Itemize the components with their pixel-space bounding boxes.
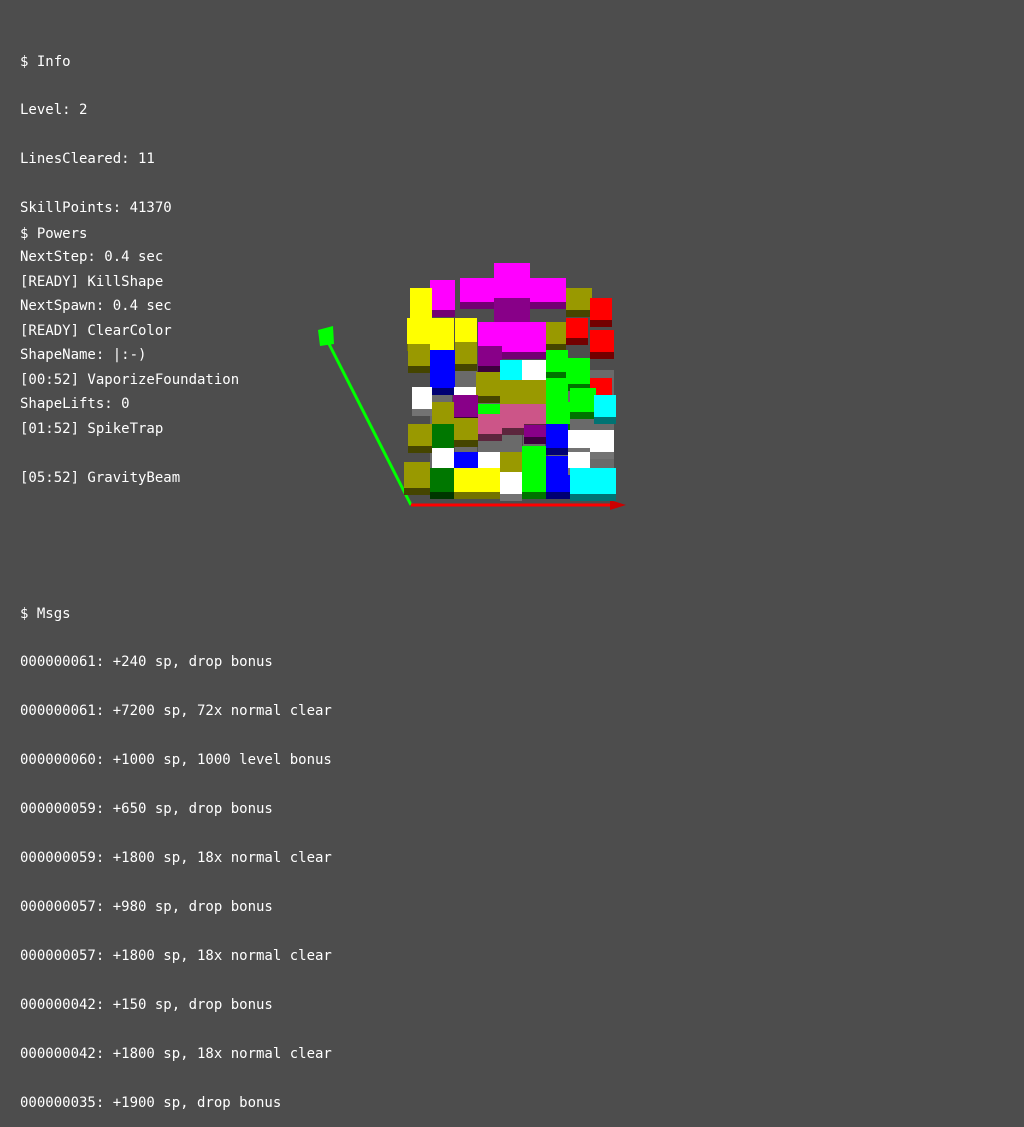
info-level: Level: 2 <box>20 102 88 119</box>
messages-panel: $ Msgs 000000061: +240 sp, drop bonus 00… <box>20 573 332 1127</box>
block <box>522 446 546 499</box>
block <box>408 424 432 453</box>
block <box>454 468 500 499</box>
block <box>500 472 522 501</box>
msg-line: 000000042: +1800 sp, 18x normal clear <box>20 1045 332 1062</box>
block <box>546 350 568 379</box>
block <box>570 468 616 501</box>
powers-panel: $ Powers [READY] KillShape [READY] Clear… <box>20 193 239 503</box>
block <box>566 358 590 391</box>
msg-line: 000000042: +150 sp, drop bonus <box>20 996 273 1013</box>
block <box>590 430 614 459</box>
power-spike-trap: [01:52] SpikeTrap <box>20 421 164 438</box>
block <box>594 395 616 424</box>
powers-header: $ Powers <box>20 225 88 242</box>
block <box>590 330 614 359</box>
block <box>500 322 546 359</box>
block <box>546 424 568 455</box>
msg-line: 000000061: +7200 sp, 72x normal clear <box>20 703 332 720</box>
msgs-header: $ Msgs <box>20 605 71 622</box>
block <box>546 456 570 499</box>
block <box>570 388 596 419</box>
block-stack <box>404 263 616 501</box>
x-axis-arrowhead <box>610 500 626 510</box>
block <box>546 322 566 351</box>
block <box>404 462 430 495</box>
msg-line: 000000061: +240 sp, drop bonus <box>20 654 273 671</box>
power-gravity-beam: [05:52] GravityBeam <box>20 470 181 487</box>
block <box>430 350 455 395</box>
power-clear-color: [READY] ClearColor <box>20 323 172 340</box>
block <box>408 344 432 373</box>
block <box>500 404 524 435</box>
msg-line: 000000057: +980 sp, drop bonus <box>20 898 273 915</box>
y-axis <box>325 339 413 506</box>
y-axis-arrowhead <box>318 326 334 346</box>
power-kill-shape: [READY] KillShape <box>20 274 164 291</box>
block <box>590 298 612 327</box>
block <box>530 278 566 309</box>
power-vaporize-foundation: [00:52] VaporizeFoundation <box>20 372 240 389</box>
block <box>478 346 502 373</box>
msg-line: 000000035: +1900 sp, drop bonus <box>20 1094 282 1111</box>
block <box>412 387 432 416</box>
block <box>455 342 477 371</box>
block <box>568 430 590 455</box>
block <box>566 288 592 317</box>
block <box>454 418 478 447</box>
block <box>478 414 502 441</box>
info-header: $ Info <box>20 53 71 70</box>
block <box>524 425 546 444</box>
msg-line: 000000057: +1800 sp, 18x normal clear <box>20 947 332 964</box>
msg-line: 000000059: +1800 sp, 18x normal clear <box>20 850 332 867</box>
block <box>460 278 496 309</box>
msg-line: 000000060: +1000 sp, 1000 level bonus <box>20 752 332 769</box>
block <box>430 468 454 499</box>
block <box>476 372 500 403</box>
info-lines-cleared: LinesCleared: 11 <box>20 151 155 168</box>
msg-line: 000000059: +650 sp, drop bonus <box>20 801 273 818</box>
block <box>566 318 588 345</box>
block <box>430 280 455 317</box>
